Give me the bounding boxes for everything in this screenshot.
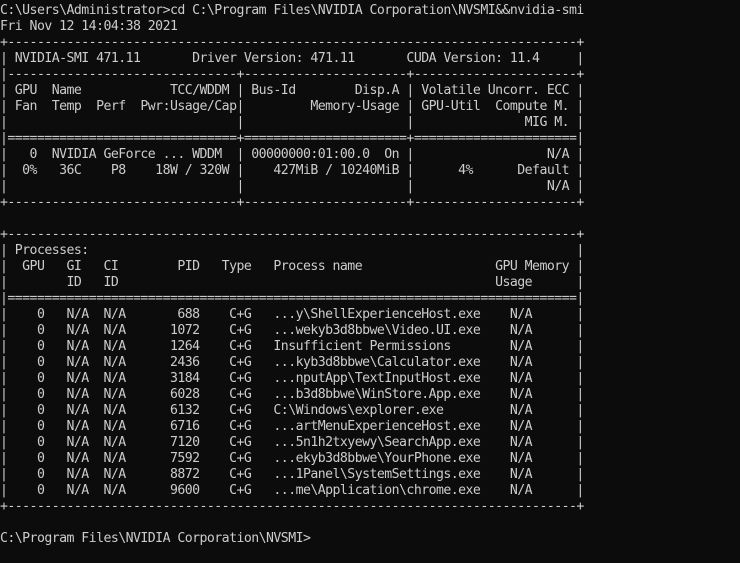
process-row: | 0 N/A N/A 6132 C+G C:\Windows\explorer…	[0, 403, 584, 418]
prompt-line[interactable]: C:\Program Files\NVIDIA Corporation\NVSM…	[0, 531, 740, 547]
smi-header-row: | | | MIG M. |	[0, 115, 584, 130]
smi-separator: |===============================+=======…	[0, 131, 584, 146]
process-row: | 0 N/A N/A 6716 C+G ...artMenuExperienc…	[0, 419, 584, 434]
process-row: | 0 N/A N/A 2436 C+G ...kyb3d8bbwe\Calcu…	[0, 355, 584, 370]
process-row: | 0 N/A N/A 7592 C+G ...ekyb3d8bbwe\Your…	[0, 451, 584, 466]
smi-version-row: | NVIDIA-SMI 471.11 Driver Version: 471.…	[0, 51, 584, 66]
process-row: | 0 N/A N/A 7120 C+G ...5n1h2txyewy\Sear…	[0, 435, 584, 450]
smi-separator: |-------------------------------+-------…	[0, 67, 584, 82]
processes-border-bottom: +---------------------------------------…	[0, 499, 584, 514]
gpu-row: | | | N/A |	[0, 179, 584, 194]
process-row: | 0 N/A N/A 1072 C+G ...wekyb3d8bbwe\Vid…	[0, 323, 584, 338]
process-row: | 0 N/A N/A 3184 C+G ...nputApp\TextInpu…	[0, 371, 584, 386]
gpu-row: | 0 NVIDIA GeForce ... WDDM | 00000000:0…	[0, 147, 584, 162]
timestamp-line: Fri Nov 12 14:04:38 2021	[0, 19, 178, 34]
smi-border-top: +---------------------------------------…	[0, 35, 584, 50]
command-line: C:\Users\Administrator>cd C:\Program Fil…	[0, 3, 584, 18]
process-row: | 0 N/A N/A 8872 C+G ...1Panel\SystemSet…	[0, 467, 584, 482]
smi-border-bottom: +-------------------------------+-------…	[0, 195, 584, 210]
processes-title: | Processes: |	[0, 243, 584, 258]
smi-header-row: | GPU Name TCC/WDDM | Bus-Id Disp.A | Vo…	[0, 83, 584, 98]
process-row: | 0 N/A N/A 6028 C+G ...b3d8bbwe\WinStor…	[0, 387, 584, 402]
process-row: | 0 N/A N/A 9600 C+G ...me\Application\c…	[0, 483, 584, 498]
processes-border-top: +---------------------------------------…	[0, 227, 584, 242]
gpu-row: | 0% 36C P8 18W / 320W | 427MiB / 10240M…	[0, 163, 584, 178]
processes-header-row: | GPU GI CI PID Type Process name GPU Me…	[0, 259, 584, 274]
processes-separator: |=======================================…	[0, 291, 584, 306]
smi-header-row: | Fan Temp Perf Pwr:Usage/Cap| Memory-Us…	[0, 99, 584, 114]
console-window[interactable]: C:\Users\Administrator>cd C:\Program Fil…	[0, 3, 740, 563]
process-row: | 0 N/A N/A 1264 C+G Insufficient Permis…	[0, 339, 584, 354]
processes-header-row: | ID ID Usage |	[0, 275, 584, 290]
process-row: | 0 N/A N/A 688 C+G ...y\ShellExperience…	[0, 307, 584, 322]
